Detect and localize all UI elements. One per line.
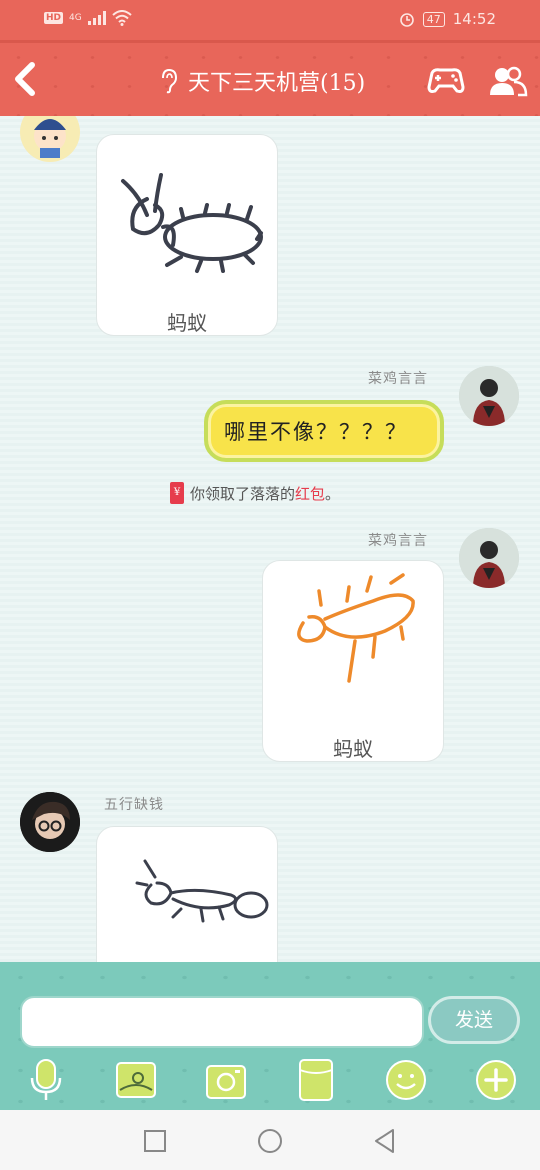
system-notice: ¥ 你领取了落落的 红包。 — [170, 482, 340, 504]
group-name: 天下三天机营(15) — [188, 71, 366, 96]
home-circle-icon[interactable] — [255, 1126, 285, 1156]
alarm-icon — [399, 13, 414, 27]
sender-name: 菜鸡言言 — [368, 533, 428, 549]
drawing-caption: 蚂蚁 — [333, 737, 373, 761]
system-notice-suffix: 。 — [325, 484, 341, 503]
hd-icon: HD — [44, 12, 64, 24]
microphone-icon[interactable] — [24, 1058, 68, 1102]
battery-icon: 47 — [422, 11, 445, 27]
system-notice-text: 你领取了落落的 — [190, 484, 296, 503]
clock: 14:52 — [452, 10, 496, 28]
red-packet-icon: ¥ — [170, 482, 184, 504]
ant-drawing — [135, 859, 269, 923]
network-label: 4G — [69, 13, 82, 23]
system-nav-bar — [0, 1110, 540, 1170]
avatar[interactable] — [20, 792, 80, 852]
person-avatar-icon — [459, 366, 519, 426]
cartoon-avatar-icon — [34, 119, 66, 158]
group-members-icon[interactable] — [488, 65, 528, 99]
drawing-message[interactable]: 蚂蚁 — [262, 560, 444, 762]
person-avatar-icon — [459, 528, 519, 588]
emoji-icon[interactable] — [384, 1058, 428, 1102]
ant-drawing — [297, 573, 415, 683]
wifi-icon — [112, 10, 132, 26]
status-bar: HD 4G 47 14:52 — [0, 0, 540, 40]
input-area: 发送 — [0, 962, 540, 1110]
signal-icon — [87, 11, 106, 25]
ear-icon[interactable] — [160, 68, 178, 94]
back-arrow-icon[interactable] — [8, 59, 48, 99]
game-controller-icon[interactable] — [426, 63, 466, 99]
recents-square-icon[interactable] — [140, 1126, 170, 1156]
avatar[interactable] — [20, 116, 80, 162]
image-icon[interactable] — [114, 1058, 158, 1102]
message-text: 哪里不像？？？？ — [224, 420, 408, 444]
drawing-message[interactable]: 蚂蚁 — [96, 134, 278, 336]
back-triangle-icon[interactable] — [370, 1126, 400, 1156]
message-input[interactable] — [20, 996, 424, 1048]
sender-name: 五行缺钱 — [104, 797, 164, 813]
send-button[interactable]: 发送 — [428, 996, 520, 1044]
file-icon[interactable] — [294, 1058, 338, 1102]
add-icon[interactable] — [474, 1058, 518, 1102]
ant-drawing — [121, 173, 263, 273]
avatar[interactable] — [459, 366, 519, 426]
title-bar: 天下三天机营(15) — [0, 40, 540, 116]
person-avatar-icon — [20, 792, 80, 852]
red-packet-link[interactable]: 红包 — [295, 483, 325, 504]
camera-icon[interactable] — [204, 1058, 248, 1102]
text-message-bubble[interactable]: 哪里不像？？？？ — [204, 400, 444, 462]
avatar[interactable] — [459, 528, 519, 588]
drawing-message[interactable] — [96, 826, 278, 962]
drawing-caption: 蚂蚁 — [167, 311, 207, 335]
message-list[interactable]: 蚂蚁 菜鸡言言 哪里不像？？？？ ¥ 你领取了落落的 红包。 菜鸡言言 蚂蚁 五行… — [0, 116, 540, 962]
sender-name: 菜鸡言言 — [368, 371, 428, 387]
chat-title: 天下三天机营(15) — [160, 63, 390, 99]
